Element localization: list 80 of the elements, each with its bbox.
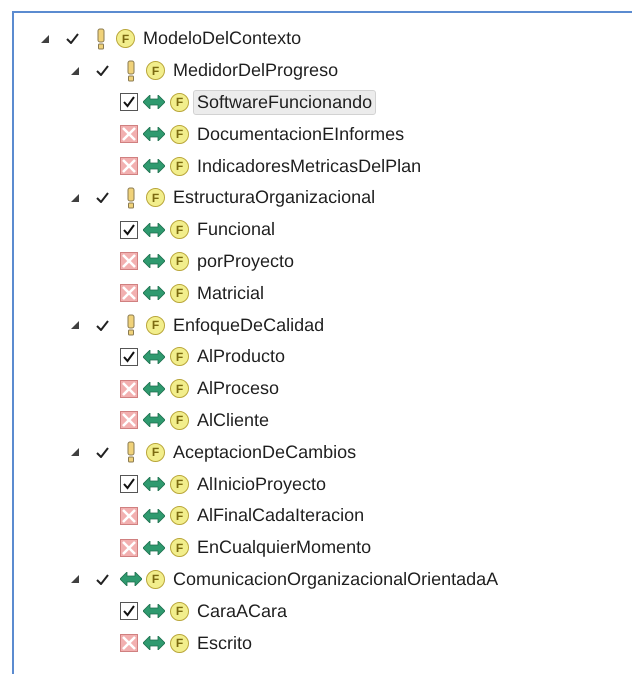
feature-icon: F [170,92,189,112]
expander-icon[interactable] [71,321,79,330]
checkbox[interactable] [120,475,138,494]
tree-item-label[interactable]: AlCliente [193,408,274,433]
excluded-checkbox[interactable] [120,125,138,144]
double-arrow-icon [143,159,165,174]
feature-icon: F [170,634,189,653]
double-arrow-icon [143,604,165,618]
double-arrow-icon [143,286,165,300]
feature-icon: F [170,506,189,526]
feature-icon: F [170,410,189,430]
checkbox[interactable] [120,602,138,620]
double-arrow-icon [143,477,165,492]
excluded-checkbox[interactable] [120,538,138,557]
excluded-checkbox[interactable] [120,411,138,430]
tree-item-label[interactable]: EnfoqueDeCalidad [169,312,328,338]
tree-item-label[interactable]: MedidorDelProgreso [169,58,342,84]
tree-item-label[interactable]: EstructuraOrganizacional [169,185,380,210]
tree-item-label[interactable]: ComunicacionOrganizacionalOrientadaA [169,566,502,592]
excluded-checkbox[interactable] [120,252,138,270]
tree-item-label[interactable]: Matricial [193,280,268,306]
checkbox[interactable] [120,348,138,366]
feature-icon: F [146,316,165,335]
tree-item-label[interactable]: porProyecto [193,248,298,274]
tree-item-label[interactable]: AlProceso [193,376,284,402]
tree-item-label[interactable]: SoftwareFuncionando [193,90,376,115]
double-arrow-icon [120,572,142,586]
double-arrow-icon [143,254,165,268]
exclamation-icon [127,441,135,464]
tree-item-label[interactable]: Funcional [193,217,280,242]
excluded-checkbox[interactable] [120,634,138,652]
double-arrow-icon [143,350,165,364]
double-arrow-icon [143,127,165,142]
excluded-checkbox[interactable] [120,157,138,176]
feature-icon: F [116,29,135,48]
feature-icon: F [146,442,165,462]
feature-icon: F [170,252,189,271]
double-arrow-icon [143,636,165,650]
tree-item-label[interactable]: AlInicioProyecto [193,472,330,497]
double-arrow-icon [143,95,165,110]
checkbox[interactable] [120,220,138,239]
tree-item-label[interactable]: CaraACara [193,598,292,624]
excluded-checkbox[interactable] [120,380,138,398]
expander-icon[interactable] [71,575,79,584]
feature-icon: F [170,474,189,494]
double-arrow-icon [143,382,165,396]
tree-item-label[interactable]: AlFinalCadaIteracion [193,503,368,528]
tree-item-label[interactable]: ModeloDelContexto [139,26,306,52]
feature-icon: F [170,347,189,366]
tree-item-label[interactable]: AceptacionDeCambios [169,440,360,465]
expander-icon[interactable] [41,34,49,43]
excluded-checkbox[interactable] [120,284,138,302]
exclamation-icon [127,60,135,82]
expander-icon[interactable] [71,194,79,202]
feature-icon: F [170,538,189,558]
checkbox[interactable] [120,93,138,112]
feature-icon: F [146,188,165,208]
feature-icon: F [146,570,165,589]
feature-icon: F [170,220,189,240]
expander-icon[interactable] [71,66,79,75]
exclamation-icon [127,186,135,209]
double-arrow-icon [143,413,165,428]
excluded-checkbox[interactable] [120,506,138,525]
tree-item-label[interactable]: IndicadoresMetricasDelPlan [193,154,426,179]
expander-icon[interactable] [71,448,79,456]
feature-icon: F [170,124,189,144]
feature-icon: F [170,156,189,176]
tree-item-label[interactable]: Escrito [193,630,256,656]
feature-icon: F [170,379,189,398]
double-arrow-icon [143,508,165,523]
tree-item-label[interactable]: AlProducto [193,344,290,370]
double-arrow-icon [143,540,165,555]
tree-item-label[interactable]: DocumentacionEInformes [193,122,408,147]
feature-icon: F [170,602,189,621]
feature-icon: F [146,61,165,80]
exclamation-icon [97,28,105,50]
tree-item-label[interactable]: EnCualquierMomento [193,535,376,560]
exclamation-icon [127,314,135,336]
feature-icon: F [170,284,189,303]
double-arrow-icon [143,222,165,237]
